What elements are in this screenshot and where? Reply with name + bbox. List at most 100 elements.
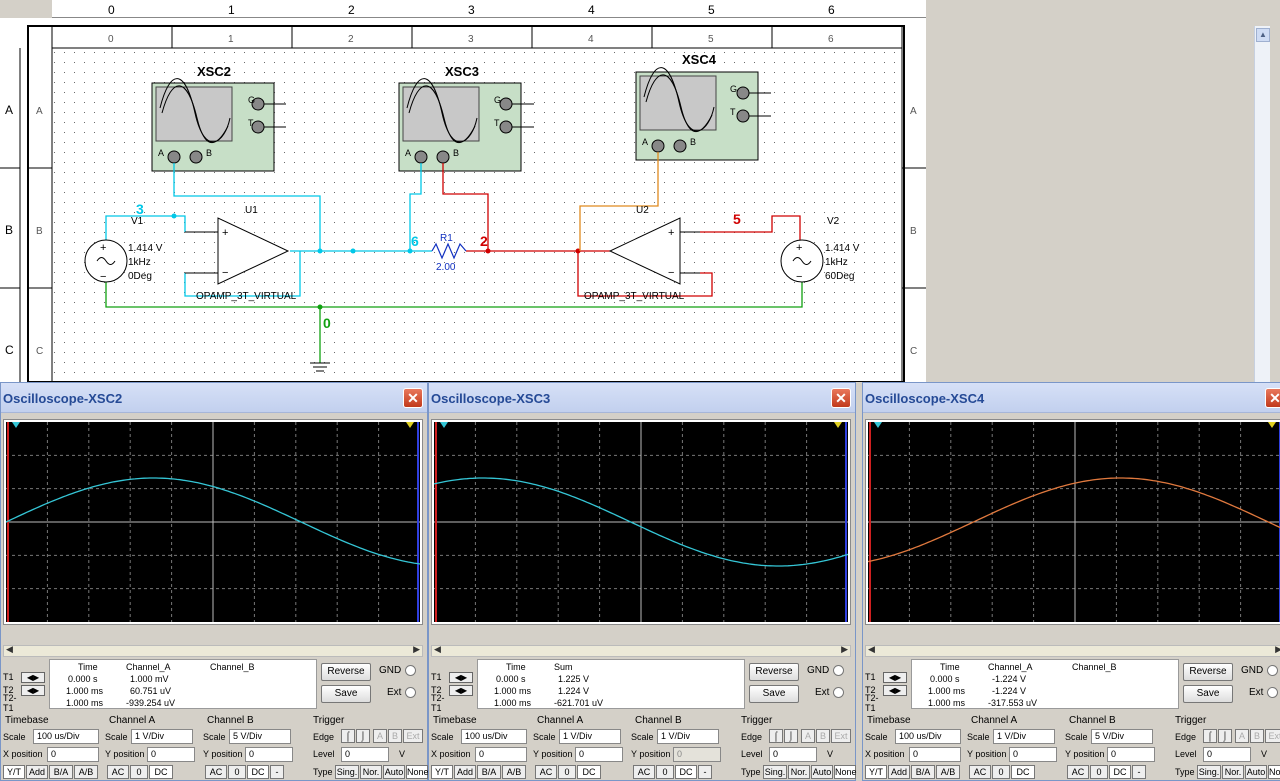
scroll-left-icon[interactable]: ◀ [868, 644, 875, 655]
save-button[interactable]: Save [749, 685, 799, 703]
close-icon[interactable]: ✕ [1265, 388, 1280, 408]
reverse-button[interactable]: Reverse [1183, 663, 1233, 681]
trigger-a-button[interactable]: A [373, 729, 387, 743]
channel-b-ac-button[interactable]: AC [1067, 765, 1089, 779]
ab-button[interactable]: A/B [936, 765, 960, 779]
channel-a-ac-button[interactable]: AC [969, 765, 991, 779]
none-button[interactable]: None [406, 765, 429, 779]
scroll-right-icon[interactable]: ▶ [413, 644, 420, 655]
single-button[interactable]: Sing. [1197, 765, 1221, 779]
channel-a-zero-button[interactable]: 0 [558, 765, 576, 779]
vertical-scrollbar[interactable]: ▲ [1254, 26, 1270, 382]
channel-b-dc-button[interactable]: DC [1109, 765, 1131, 779]
cursor-t1-marker-icon[interactable] [440, 422, 448, 428]
channel-b-zero-button[interactable]: 0 [656, 765, 674, 779]
channel-a-dc-button[interactable]: DC [149, 765, 173, 779]
channel-a-ypos-field[interactable]: 0 [575, 747, 623, 762]
auto-button[interactable]: Auto [1245, 765, 1267, 779]
timebase-scale-field[interactable]: 100 us/Div [895, 729, 961, 744]
rising-edge-icon[interactable]: ⌠ [341, 729, 355, 743]
none-button[interactable]: None [834, 765, 857, 779]
channel-b-minus-button[interactable]: - [698, 765, 712, 779]
cursor-t1-marker-icon[interactable] [12, 422, 20, 428]
timebase-scale-field[interactable]: 100 us/Div [33, 729, 99, 744]
scroll-up-icon[interactable]: ▲ [1256, 28, 1270, 42]
yt-button[interactable]: Y/T [431, 765, 453, 779]
x-position-field[interactable]: 0 [909, 747, 961, 762]
ext-radio[interactable] [1267, 687, 1278, 698]
scope-screen[interactable] [868, 422, 1280, 622]
ba-button[interactable]: B/A [49, 765, 73, 779]
rising-edge-icon[interactable]: ⌠ [1203, 729, 1217, 743]
trigger-b-button[interactable]: B [816, 729, 830, 743]
t1-arrows-icon[interactable]: ◀▶ [21, 671, 45, 683]
window-titlebar[interactable]: Oscilloscope-XSC3 ✕ [429, 383, 855, 413]
scope-horizontal-scrollbar[interactable]: ◀ ▶ [865, 644, 1280, 657]
ab-button[interactable]: A/B [74, 765, 98, 779]
channel-b-dc-button[interactable]: DC [675, 765, 697, 779]
channel-b-scale-field[interactable]: 1 V/Div [657, 729, 719, 744]
channel-a-scale-field[interactable]: 1 V/Div [559, 729, 621, 744]
add-button[interactable]: Add [26, 765, 48, 779]
falling-edge-icon[interactable]: ⌡ [784, 729, 798, 743]
t1-arrows-icon[interactable]: ◀▶ [449, 671, 473, 683]
x-position-field[interactable]: 0 [47, 747, 99, 762]
trigger-a-button[interactable]: A [801, 729, 815, 743]
t2-arrows-icon[interactable]: ◀▶ [883, 684, 907, 696]
cursor-t2-marker-icon[interactable] [406, 422, 414, 428]
normal-button[interactable]: Nor. [360, 765, 382, 779]
single-button[interactable]: Sing. [335, 765, 359, 779]
trigger-ext-button[interactable]: Ext [831, 729, 851, 743]
ab-button[interactable]: A/B [502, 765, 526, 779]
single-button[interactable]: Sing. [763, 765, 787, 779]
timebase-scale-field[interactable]: 100 us/Div [461, 729, 527, 744]
trigger-level-field[interactable]: 0 [769, 747, 817, 762]
channel-b-scale-field[interactable]: 5 V/Div [229, 729, 291, 744]
scope-horizontal-scrollbar[interactable]: ◀ ▶ [3, 644, 423, 657]
add-button[interactable]: Add [888, 765, 910, 779]
window-titlebar[interactable]: Oscilloscope-XSC4 ✕ [863, 383, 1280, 413]
ext-radio[interactable] [833, 687, 844, 698]
normal-button[interactable]: Nor. [1222, 765, 1244, 779]
channel-b-ac-button[interactable]: AC [633, 765, 655, 779]
trigger-b-button[interactable]: B [1250, 729, 1264, 743]
auto-button[interactable]: Auto [383, 765, 405, 779]
yt-button[interactable]: Y/T [865, 765, 887, 779]
cursor-t1-marker-icon[interactable] [874, 422, 882, 428]
auto-button[interactable]: Auto [811, 765, 833, 779]
scope-horizontal-scrollbar[interactable]: ◀ ▶ [431, 644, 851, 657]
t1-arrows-icon[interactable]: ◀▶ [883, 671, 907, 683]
save-button[interactable]: Save [321, 685, 371, 703]
falling-edge-icon[interactable]: ⌡ [1218, 729, 1232, 743]
add-button[interactable]: Add [454, 765, 476, 779]
gnd-radio[interactable] [405, 665, 416, 676]
scroll-left-icon[interactable]: ◀ [434, 644, 441, 655]
schematic-canvas[interactable]: A B C 0 1 2 3 4 5 6 A B C A B C XSC2 G T… [0, 18, 926, 383]
close-icon[interactable]: ✕ [831, 388, 851, 408]
falling-edge-icon[interactable]: ⌡ [356, 729, 370, 743]
window-titlebar[interactable]: Oscilloscope-XSC2 ✕ [1, 383, 427, 413]
ext-radio[interactable] [405, 687, 416, 698]
scroll-right-icon[interactable]: ▶ [1275, 644, 1280, 655]
channel-b-ypos-field[interactable]: 0 [1107, 747, 1155, 762]
scope-screen[interactable] [6, 422, 420, 622]
channel-b-ypos-field[interactable]: 0 [673, 747, 721, 762]
ba-button[interactable]: B/A [911, 765, 935, 779]
gnd-radio[interactable] [833, 665, 844, 676]
cursor-t2-marker-icon[interactable] [1268, 422, 1276, 428]
channel-b-minus-button[interactable]: - [1132, 765, 1146, 779]
none-button[interactable]: None [1268, 765, 1280, 779]
t2-arrows-icon[interactable]: ◀▶ [21, 684, 45, 696]
cursor-t2-marker-icon[interactable] [834, 422, 842, 428]
channel-b-ypos-field[interactable]: 0 [245, 747, 293, 762]
reverse-button[interactable]: Reverse [749, 663, 799, 681]
channel-b-zero-button[interactable]: 0 [1090, 765, 1108, 779]
channel-a-ac-button[interactable]: AC [535, 765, 557, 779]
channel-a-dc-button[interactable]: DC [577, 765, 601, 779]
trigger-b-button[interactable]: B [388, 729, 402, 743]
scope-screen[interactable] [434, 422, 848, 622]
channel-a-ac-button[interactable]: AC [107, 765, 129, 779]
x-position-field[interactable]: 0 [475, 747, 527, 762]
channel-b-minus-button[interactable]: - [270, 765, 284, 779]
trigger-level-field[interactable]: 0 [341, 747, 389, 762]
